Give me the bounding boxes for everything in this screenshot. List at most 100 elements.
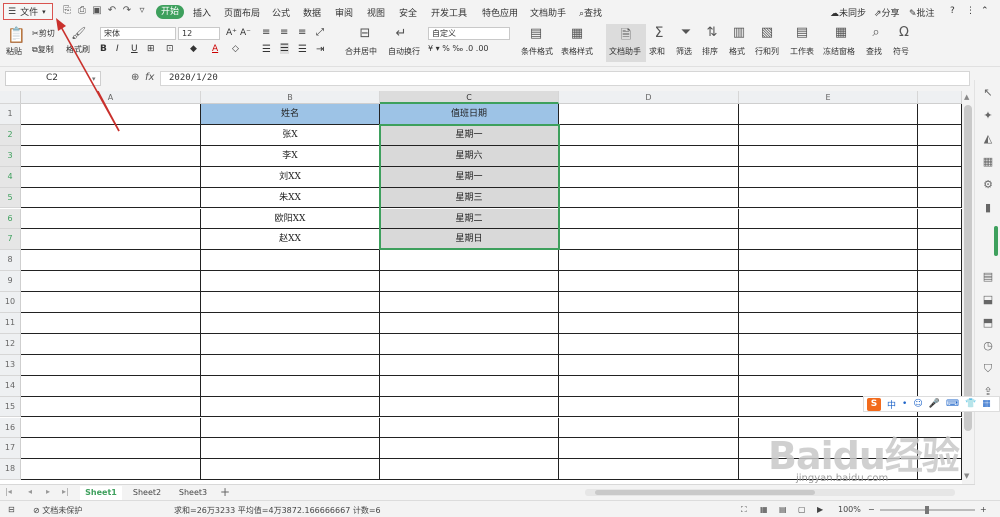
align-right-icon[interactable]: ☰ — [298, 44, 307, 55]
collapse-ribbon-icon[interactable]: ⌃ — [981, 6, 989, 16]
tab-special-apps[interactable]: 特色应用 — [482, 6, 518, 19]
sheet-tab-2[interactable]: Sheet2 — [126, 486, 168, 500]
wrap-text-icon[interactable]: ↵ — [393, 26, 409, 42]
sheet-tab-3[interactable]: Sheet3 — [172, 486, 214, 500]
sync-button[interactable]: ☁未同步 — [830, 6, 866, 19]
wrap-text-button[interactable]: 自动换行 — [388, 46, 420, 57]
shape-icon[interactable]: ◭ — [981, 132, 995, 146]
backup-icon[interactable]: ⬒ — [981, 316, 995, 330]
tab-formulas[interactable]: 公式 — [272, 6, 290, 19]
reading-mode-icon[interactable]: ▶ — [817, 505, 823, 514]
font-color-icon[interactable]: A — [212, 44, 218, 54]
page-break-view-icon[interactable]: ▢ — [798, 505, 806, 514]
find-button[interactable]: 查找 — [866, 46, 882, 57]
sort-button[interactable]: 排序 — [702, 46, 718, 57]
sum-button[interactable]: 求和 — [649, 46, 665, 57]
add-sheet-icon[interactable]: + — [220, 485, 230, 499]
review-icon[interactable]: ⬓ — [981, 293, 995, 307]
tab-doc-assistant[interactable]: 文档助手 — [530, 6, 566, 19]
first-sheet-icon[interactable]: |◂ — [5, 487, 12, 496]
sort-icon[interactable]: ⇅ — [704, 25, 720, 41]
format-icon[interactable]: ▥ — [731, 25, 747, 41]
merge-center-button[interactable]: 合并居中 — [345, 46, 377, 57]
emoji-icon[interactable]: ☺ — [913, 399, 922, 409]
protect-status[interactable]: ⊘ 文档未保护 — [33, 505, 82, 516]
eraser-icon[interactable]: ◇ — [232, 44, 239, 54]
tab-security[interactable]: 安全 — [399, 6, 417, 19]
conditional-format-icon[interactable]: ▤ — [528, 26, 544, 42]
horizontal-scrollbar[interactable] — [585, 489, 955, 496]
align-left-icon[interactable]: ☰ — [262, 44, 271, 55]
more-icon[interactable]: ⋮ — [966, 6, 975, 16]
normal-view-icon[interactable]: ▦ — [760, 505, 768, 514]
share-button[interactable]: ⇗分享 — [874, 6, 900, 19]
symbol-button[interactable]: 符号 — [893, 46, 909, 57]
help-icon[interactable]: ? — [950, 6, 955, 16]
worksheet-icon[interactable]: ▤ — [794, 25, 810, 41]
formula-input[interactable]: 2020/1/20 — [160, 71, 970, 86]
search-button[interactable]: ⌕查找 — [579, 6, 602, 19]
annotate-button[interactable]: ✎批注 — [909, 6, 935, 19]
shield-icon[interactable]: ⛉ — [981, 362, 995, 376]
worksheet-button[interactable]: 工作表 — [790, 46, 814, 57]
zoom-level[interactable]: 100% — [838, 505, 861, 514]
scrollbar-thumb[interactable] — [964, 105, 972, 431]
tab-data[interactable]: 数据 — [303, 6, 321, 19]
align-middle-icon[interactable]: ≡ — [280, 27, 288, 38]
align-center-icon[interactable]: ☰ — [280, 43, 289, 54]
ime-mode-label[interactable]: 中 — [887, 398, 896, 411]
sidebar-resize-handle[interactable] — [994, 226, 998, 256]
merge-icon[interactable]: ⊟ — [357, 26, 373, 42]
punctuation-icon[interactable]: • — [902, 399, 907, 409]
find-icon[interactable]: ⌕ — [868, 25, 884, 41]
table-icon[interactable]: ▦ — [981, 155, 995, 169]
next-sheet-icon[interactable]: ▸ — [46, 487, 50, 496]
freeze-icon[interactable]: ▦ — [833, 25, 849, 41]
horizontal-scrollbar-thumb[interactable] — [595, 490, 815, 495]
currency-icon[interactable]: ¥ ▾ % ‰ .0 .00 — [428, 44, 489, 53]
page-layout-view-icon[interactable]: ▤ — [779, 505, 787, 514]
history-icon[interactable]: ◷ — [981, 339, 995, 353]
tab-view[interactable]: 视图 — [367, 6, 385, 19]
keyboard-icon[interactable]: ⌨ — [946, 399, 959, 409]
doc-assistant-button[interactable]: 🗎 文档助手 — [606, 24, 646, 62]
skin-icon[interactable]: 👕 — [965, 399, 976, 409]
freeze-panes-button[interactable]: 冻结窗格 — [823, 46, 855, 57]
chart-icon[interactable]: ▮ — [981, 201, 995, 215]
sheet-tab-1[interactable]: Sheet1 — [80, 486, 122, 500]
orientation-icon[interactable]: ⤢ — [316, 27, 324, 38]
last-sheet-icon[interactable]: ▸| — [62, 487, 69, 496]
align-top-icon[interactable]: ≡ — [262, 27, 270, 38]
zoom-in-icon[interactable]: + — [980, 505, 987, 514]
align-bottom-icon[interactable]: ≡ — [298, 27, 306, 38]
microphone-icon[interactable]: 🎤 — [929, 399, 940, 409]
sum-icon[interactable]: Σ — [651, 25, 667, 41]
table-style-button[interactable]: 表格样式 — [561, 46, 593, 57]
prev-sheet-icon[interactable]: ◂ — [28, 487, 32, 496]
toolbox-icon[interactable]: ▦ — [982, 399, 991, 409]
conditional-format-button[interactable]: 条件格式 — [521, 46, 553, 57]
format-button[interactable]: 格式 — [729, 46, 745, 57]
style-icon[interactable]: ✦ — [981, 109, 995, 123]
select-pointer-icon[interactable]: ↖ — [981, 86, 995, 100]
table-style-icon[interactable]: ▦ — [569, 26, 585, 42]
tab-page-layout[interactable]: 页面布局 — [224, 6, 260, 19]
row-col-button[interactable]: 行和列 — [755, 46, 779, 57]
document-icon[interactable]: ▤ — [981, 270, 995, 284]
zoom-slider[interactable] — [880, 506, 975, 514]
scroll-up-icon[interactable]: ▲ — [964, 93, 969, 101]
properties-icon[interactable]: ⚙ — [981, 178, 995, 192]
eye-protection-icon[interactable]: ⛶ — [741, 505, 747, 515]
tab-review[interactable]: 审阅 — [335, 6, 353, 19]
grow-font-icon[interactable]: A⁺ — [226, 28, 237, 38]
shrink-font-icon[interactable]: A⁻ — [240, 28, 251, 38]
macro-icon[interactable]: ⊟ — [8, 505, 15, 514]
indent-icon[interactable]: ⇥ — [316, 44, 324, 55]
zoom-slider-thumb[interactable] — [925, 506, 929, 514]
tab-developer[interactable]: 开发工具 — [431, 6, 467, 19]
filter-button[interactable]: 筛选 — [676, 46, 692, 57]
row-col-icon[interactable]: ▧ — [759, 25, 775, 41]
zoom-out-icon[interactable]: − — [868, 505, 875, 514]
symbol-icon[interactable]: Ω — [896, 25, 912, 41]
ime-toolbar[interactable]: S 中 • ☺ 🎤 ⌨ 👕 ▦ — [863, 396, 1000, 412]
